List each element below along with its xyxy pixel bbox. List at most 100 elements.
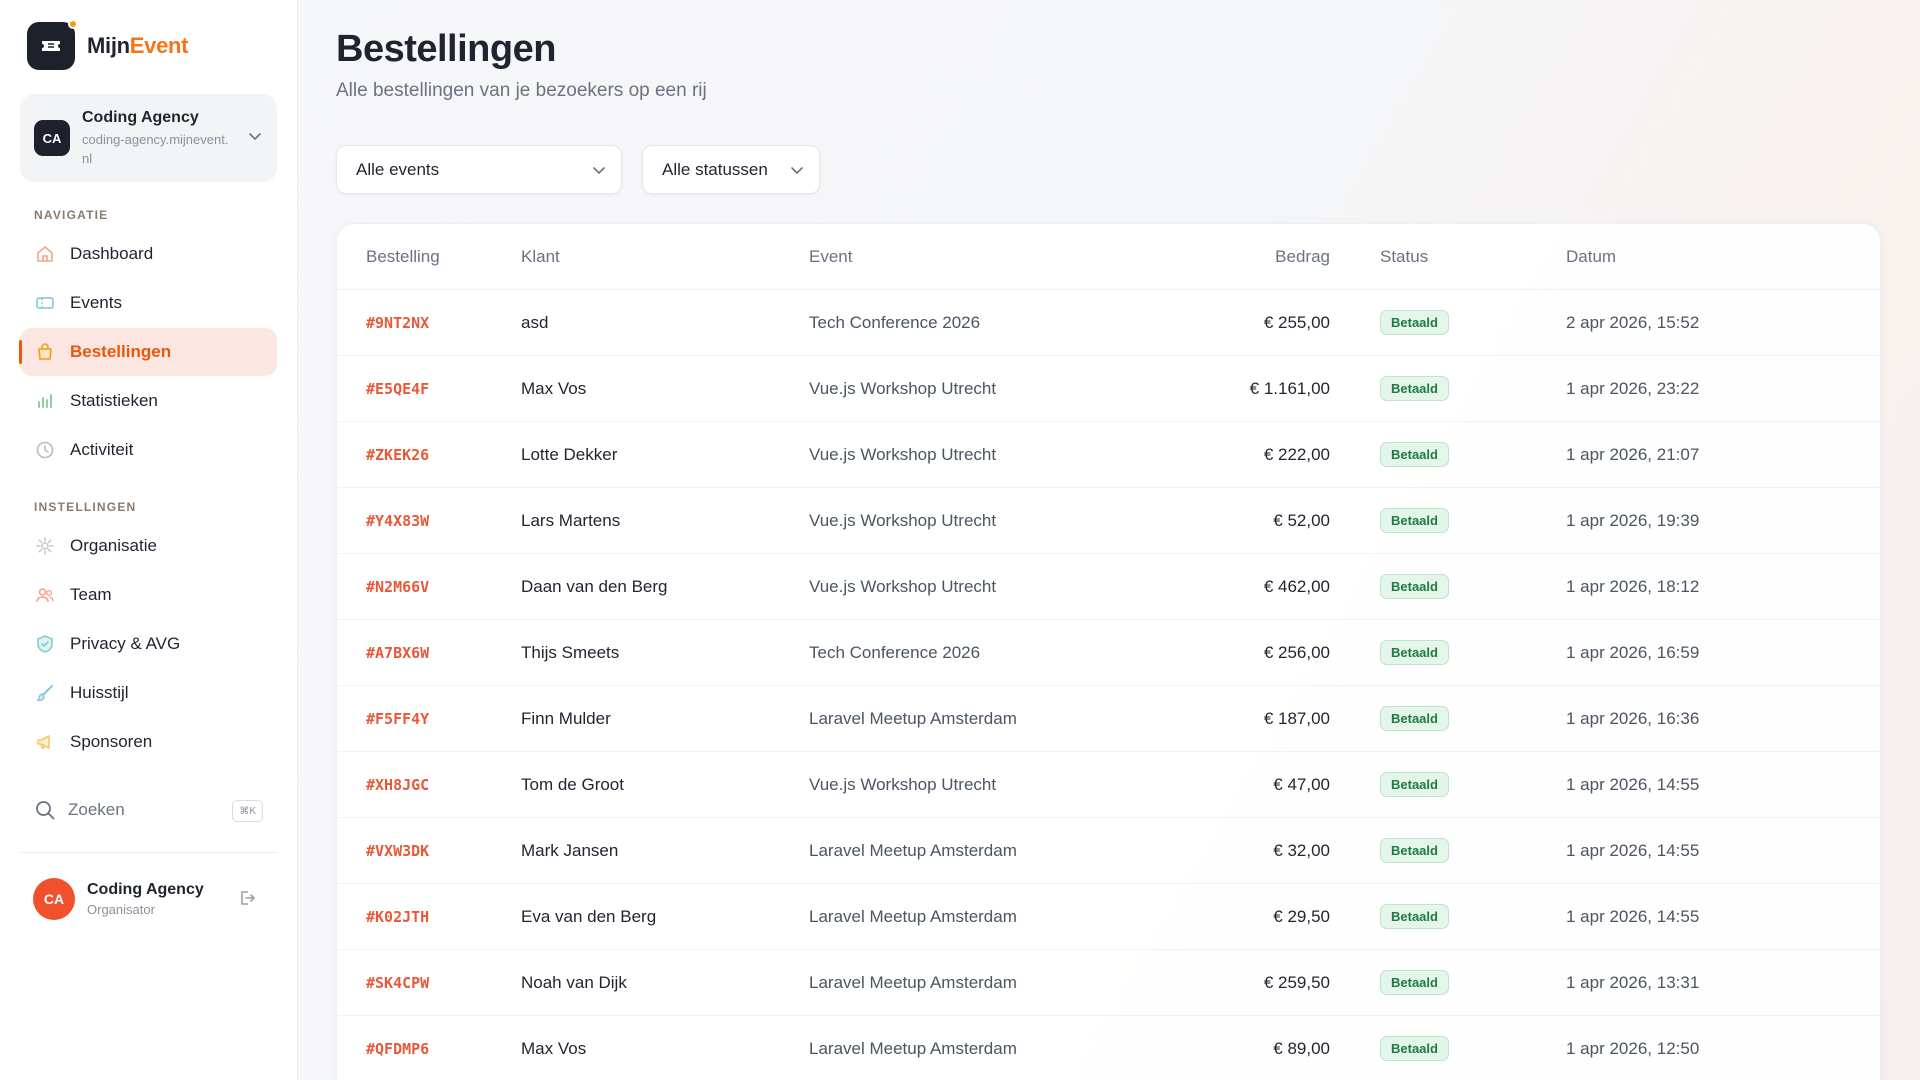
sidebar-item-team[interactable]: Team (20, 571, 277, 619)
order-id[interactable]: #K02JTH (366, 908, 429, 926)
ticket-logo-icon (27, 19, 78, 70)
table-row[interactable]: #VXW3DK Mark Jansen Laravel Meetup Amste… (337, 818, 1880, 884)
order-amount: € 187,00 (1263, 708, 1330, 728)
table-header: Bestelling Klant Event Bedrag Status Dat… (337, 224, 1880, 290)
org-avatar: CA (34, 120, 70, 156)
sidebar-search[interactable]: Zoeken ⌘K (20, 786, 277, 834)
order-date: 1 apr 2026, 12:50 (1566, 1038, 1700, 1058)
order-amount: € 222,00 (1263, 444, 1330, 464)
org-domain: coding-agency.mijnevent.nl (82, 131, 229, 166)
order-id[interactable]: #A7BX6W (366, 644, 429, 662)
customer-name: Daan van den Berg (521, 576, 668, 596)
events-filter-select[interactable]: Alle events (336, 145, 622, 194)
column-header-bestelling[interactable]: Bestelling (337, 247, 521, 267)
sidebar-item-label: Sponsoren (70, 732, 153, 751)
order-id[interactable]: #XH8JGC (366, 776, 429, 794)
table-row[interactable]: #QFDMP6 Max Vos Laravel Meetup Amsterdam… (337, 1016, 1880, 1080)
order-id[interactable]: #9NT2NX (366, 314, 429, 332)
order-id[interactable]: #E5QE4F (366, 380, 429, 398)
order-date: 1 apr 2026, 16:59 (1566, 642, 1700, 662)
table-row[interactable]: #F5FF4Y Finn Mulder Laravel Meetup Amste… (337, 686, 1880, 752)
nav-section-label: NAVIGATIE (34, 208, 109, 222)
sidebar-item-dashboard[interactable]: Dashboard (20, 230, 277, 278)
bar-chart-icon (34, 390, 56, 412)
sidebar-item-privacy[interactable]: Privacy & AVG (20, 620, 277, 668)
status-filter-value: Alle statussen (662, 159, 768, 179)
order-amount: € 52,00 (1273, 510, 1330, 530)
sidebar-item-label: Privacy & AVG (70, 634, 181, 653)
column-header-datum[interactable]: Datum (1566, 247, 1866, 267)
customer-name: Lotte Dekker (521, 444, 618, 464)
sidebar-item-huisstijl[interactable]: Huisstijl (20, 669, 277, 717)
table-row[interactable]: #A7BX6W Thijs Smeets Tech Conference 202… (337, 620, 1880, 686)
brush-icon (34, 682, 56, 704)
event-name: Laravel Meetup Amsterdam (809, 840, 1017, 860)
table-row[interactable]: #Y4X83W Lars Martens Vue.js Workshop Utr… (337, 488, 1880, 554)
order-amount: € 462,00 (1263, 576, 1330, 596)
status-badge: Betaald (1380, 640, 1449, 665)
event-name: Vue.js Workshop Utrecht (809, 378, 997, 398)
order-id[interactable]: #SK4CPW (366, 974, 429, 992)
status-badge: Betaald (1380, 838, 1449, 863)
table-row[interactable]: #K02JTH Eva van den Berg Laravel Meetup … (337, 884, 1880, 950)
user-profile[interactable]: CA Coding Agency Organisator (20, 871, 277, 927)
order-amount: € 259,50 (1263, 972, 1330, 992)
order-amount: € 256,00 (1263, 642, 1330, 662)
org-name: Coding Agency (82, 108, 199, 126)
table-row[interactable]: #XH8JGC Tom de Groot Vue.js Workshop Utr… (337, 752, 1880, 818)
order-id[interactable]: #ZKEK26 (366, 446, 429, 464)
clock-icon (34, 439, 56, 461)
customer-name: Lars Martens (521, 510, 621, 530)
customer-name: Finn Mulder (521, 708, 611, 728)
sidebar-item-organisatie[interactable]: Organisatie (20, 522, 277, 570)
sidebar-item-sponsoren[interactable]: Sponsoren (20, 718, 277, 766)
logout-icon[interactable] (237, 888, 257, 913)
table-row[interactable]: #SK4CPW Noah van Dijk Laravel Meetup Ams… (337, 950, 1880, 1016)
status-badge: Betaald (1380, 376, 1449, 401)
order-id[interactable]: #Y4X83W (366, 512, 429, 530)
column-header-status[interactable]: Status (1330, 247, 1566, 267)
sidebar-item-events[interactable]: Events (20, 279, 277, 327)
order-id[interactable]: #N2M66V (366, 578, 429, 596)
shield-icon (34, 633, 56, 655)
customer-name: asd (521, 312, 549, 332)
sidebar-item-statistieken[interactable]: Statistieken (20, 377, 277, 425)
order-date: 1 apr 2026, 18:12 (1566, 576, 1700, 596)
organization-switcher[interactable]: CA Coding Agency coding-agency.mijnevent… (20, 94, 277, 182)
ticket-icon (34, 292, 56, 314)
sidebar-item-bestellingen[interactable]: Bestellingen (19, 328, 277, 376)
order-amount: € 1.161,00 (1249, 378, 1330, 398)
order-id[interactable]: #QFDMP6 (366, 1040, 429, 1058)
order-id[interactable]: #F5FF4Y (366, 710, 429, 728)
status-filter-select[interactable]: Alle statussen (642, 145, 820, 194)
column-header-bedrag[interactable]: Bedrag (1097, 247, 1330, 267)
event-name: Laravel Meetup Amsterdam (809, 708, 1017, 728)
brand[interactable]: MijnEvent (27, 18, 277, 74)
order-date: 1 apr 2026, 21:07 (1566, 444, 1700, 464)
table-row[interactable]: #9NT2NX asd Tech Conference 2026 € 255,0… (337, 290, 1880, 356)
settings-section-label: INSTELLINGEN (34, 500, 137, 514)
home-icon (34, 243, 56, 265)
event-name: Vue.js Workshop Utrecht (809, 774, 997, 794)
customer-name: Max Vos (521, 378, 587, 398)
user-name: Coding Agency (87, 881, 204, 898)
chevron-down-icon (591, 162, 607, 183)
table-row[interactable]: #E5QE4F Max Vos Vue.js Workshop Utrecht … (337, 356, 1880, 422)
user-role: Organisator (87, 902, 155, 917)
sidebar-item-activiteit[interactable]: Activiteit (20, 426, 277, 474)
sidebar: MijnEvent CA Coding Agency coding-agency… (0, 0, 298, 1080)
chevron-down-icon (789, 162, 805, 183)
gear-icon (34, 535, 56, 557)
table-row[interactable]: #ZKEK26 Lotte Dekker Vue.js Workshop Utr… (337, 422, 1880, 488)
event-name: Laravel Meetup Amsterdam (809, 972, 1017, 992)
event-name: Vue.js Workshop Utrecht (809, 444, 997, 464)
orders-table: Bestelling Klant Event Bedrag Status Dat… (336, 223, 1881, 1080)
status-badge: Betaald (1380, 1036, 1449, 1061)
table-row[interactable]: #N2M66V Daan van den Berg Vue.js Worksho… (337, 554, 1880, 620)
column-header-klant[interactable]: Klant (521, 247, 809, 267)
column-header-event[interactable]: Event (809, 247, 1097, 267)
search-label: Zoeken (68, 800, 125, 819)
order-amount: € 255,00 (1263, 312, 1330, 332)
order-id[interactable]: #VXW3DK (366, 842, 429, 860)
order-date: 1 apr 2026, 13:31 (1566, 972, 1700, 992)
